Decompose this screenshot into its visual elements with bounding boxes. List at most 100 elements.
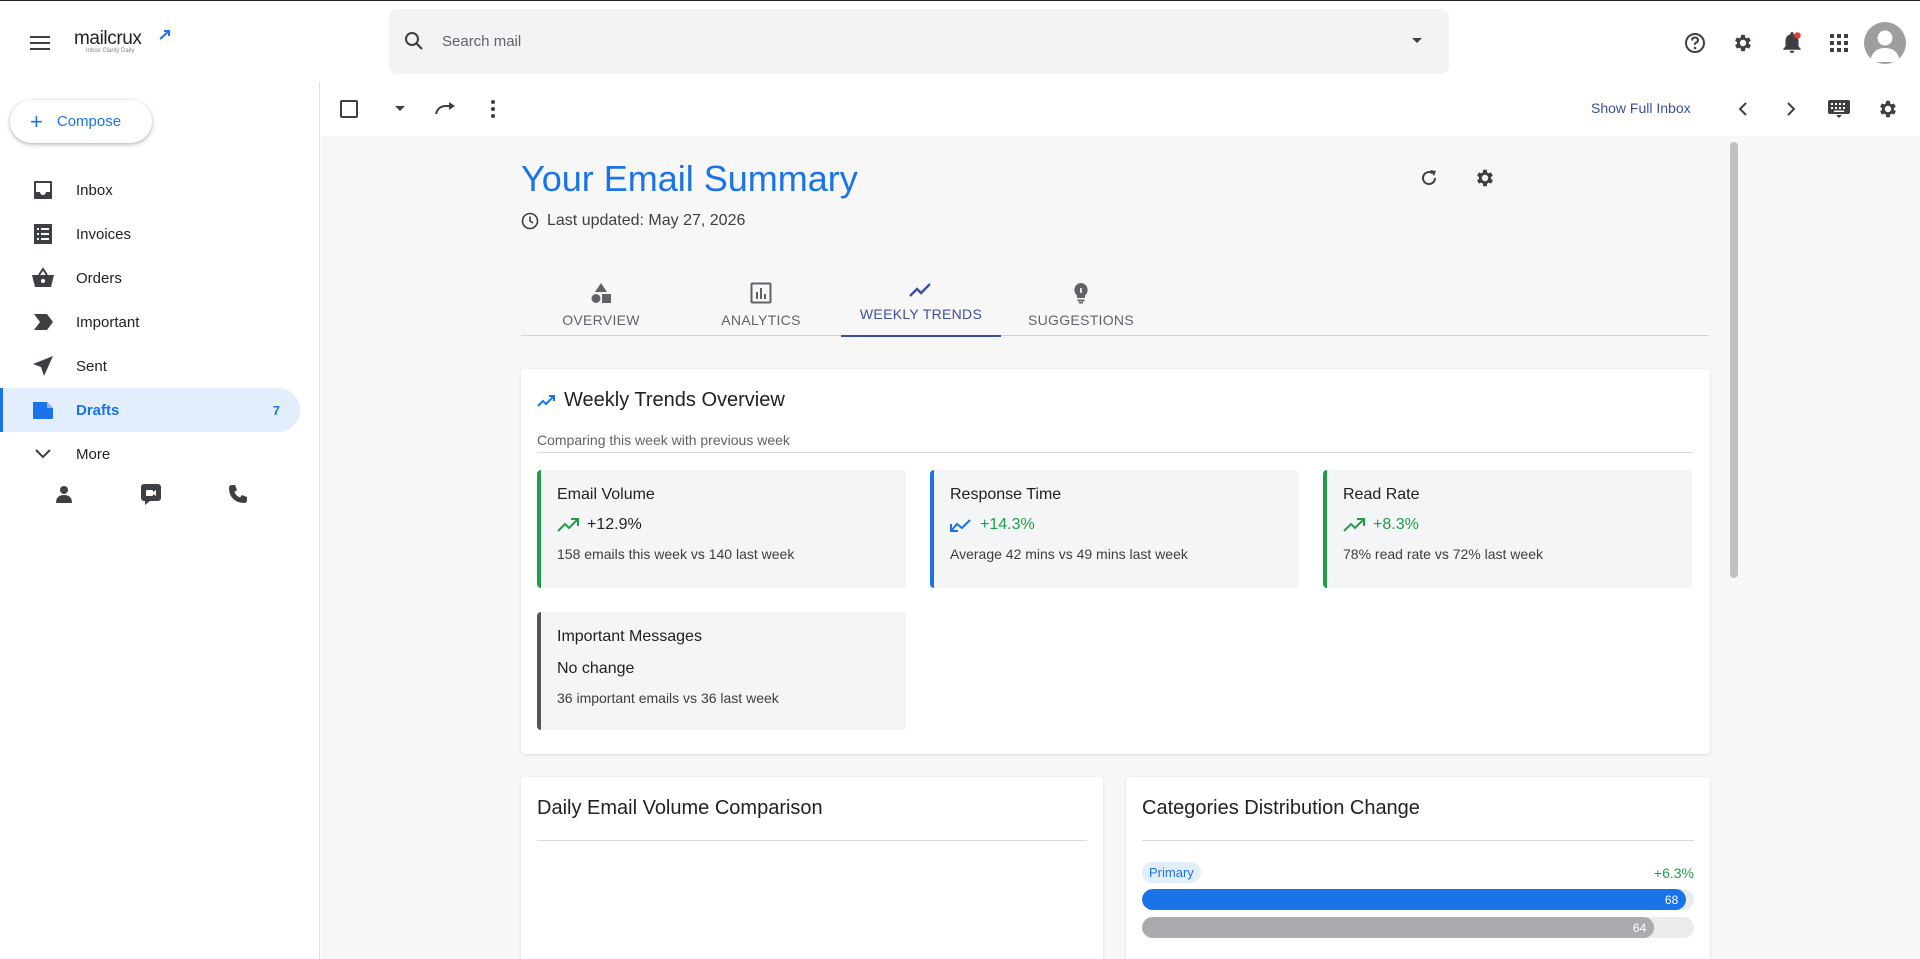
weekly-trends-title: Weekly Trends Overview <box>537 389 785 412</box>
bar-chart-icon <box>750 282 772 304</box>
phone-icon <box>229 485 247 503</box>
refresh-redo-button[interactable] <box>427 91 463 127</box>
metric-description: 36 important emails vs 36 last week <box>557 690 779 706</box>
summary-settings-button[interactable] <box>1468 161 1502 195</box>
metric-important-messages: Important Messages No change 36 importan… <box>537 612 906 730</box>
sidebar-item-inbox[interactable]: Inbox <box>0 168 300 212</box>
search-input[interactable] <box>442 21 1382 61</box>
app-logo[interactable]: mailcrux Inbox Clarity Daily <box>74 29 174 61</box>
metric-value-text: +14.3% <box>980 516 1035 533</box>
caret-down-icon <box>1412 38 1422 43</box>
last-updated: Last updated: May 27, 2026 <box>521 212 745 230</box>
more-vertical-icon <box>491 100 495 118</box>
sidebar-item-label: Inbox <box>76 181 113 199</box>
inbox-icon <box>30 177 56 203</box>
tab-weekly-trends[interactable]: WEEKLY TRENDS <box>841 270 1001 337</box>
select-all-checkbox[interactable] <box>331 91 367 127</box>
basket-icon <box>30 265 56 291</box>
tab-overview[interactable]: OVERVIEW <box>521 270 681 336</box>
metric-title: Response Time <box>950 486 1062 503</box>
chevron-down-icon <box>30 441 56 467</box>
sidebar-item-label: Invoices <box>76 225 132 243</box>
compose-label: Compose <box>56 113 122 130</box>
phone-button[interactable] <box>222 478 254 510</box>
metric-title: Read Rate <box>1343 486 1420 503</box>
summary-tabs: OVERVIEW ANALYTICS WEEKLY TRENDS SUGGEST… <box>521 270 1709 337</box>
sidebar-item-label: Sent <box>76 357 107 375</box>
metric-value-text: +8.3% <box>1373 516 1419 533</box>
video-chat-icon <box>141 484 161 505</box>
contacts-button[interactable] <box>48 478 80 510</box>
page-title: Your Email Summary <box>521 158 858 199</box>
notifications-button[interactable] <box>1774 25 1810 61</box>
tab-suggestions[interactable]: SUGGESTIONS <box>1001 270 1161 336</box>
plus-icon: + <box>30 108 43 134</box>
metric-description: 78% read rate vs 72% last week <box>1343 546 1543 562</box>
categories-change-card: Categories Distribution Change Primary +… <box>1126 777 1710 959</box>
hamburger-icon <box>30 36 50 50</box>
drafts-count-badge: 7 <box>272 402 280 418</box>
trend-icon <box>909 283 931 297</box>
weekly-trends-card: Weekly Trends Overview Comparing this we… <box>521 369 1710 754</box>
tab-label: ANALYTICS <box>721 312 801 328</box>
next-page-button[interactable] <box>1773 91 1809 127</box>
category-change-primary: +6.3% <box>1653 865 1694 881</box>
category-bar-current: 68 <box>1142 889 1687 910</box>
gear-icon <box>1880 100 1896 118</box>
main-menu-button[interactable] <box>22 25 58 61</box>
apps-button[interactable] <box>1821 25 1857 61</box>
show-full-inbox-link[interactable]: Show Full Inbox <box>1591 100 1691 116</box>
apps-grid-icon <box>1830 34 1848 52</box>
tab-analytics[interactable]: ANALYTICS <box>681 270 841 336</box>
select-options-button[interactable] <box>382 91 418 127</box>
metric-value-text: +12.9% <box>587 516 642 533</box>
category-bar-previous-value: 64 <box>1632 920 1647 935</box>
daily-volume-card: Daily Email Volume Comparison <box>521 777 1103 959</box>
compose-button[interactable]: + Compose <box>10 100 152 143</box>
refresh-summary-button[interactable] <box>1412 161 1446 195</box>
invoice-icon <box>30 221 56 247</box>
chevron-left-icon <box>1739 102 1747 116</box>
search-bar <box>389 9 1449 74</box>
sidebar-item-sent[interactable]: Sent <box>0 344 300 388</box>
clock-icon <box>521 212 539 230</box>
metric-description: Average 42 mins vs 49 mins last week <box>950 546 1188 562</box>
trending-down-icon <box>950 519 971 532</box>
refresh-icon <box>1422 170 1437 186</box>
account-avatar[interactable] <box>1864 22 1906 64</box>
shapes-icon <box>591 283 611 303</box>
trending-up-icon <box>1343 518 1365 532</box>
more-options-button[interactable] <box>475 91 511 127</box>
category-bar-previous-track: 64 <box>1142 917 1694 938</box>
redo-icon <box>435 102 455 115</box>
weekly-trends-title-text: Weekly Trends Overview <box>564 389 785 411</box>
sidebar-item-invoices[interactable]: Invoices <box>0 212 300 256</box>
search-icon[interactable] <box>401 28 427 54</box>
metric-read-rate: Read Rate +8.3% 78% read rate vs 72% las… <box>1323 470 1692 588</box>
sidebar-item-important[interactable]: Important <box>0 300 300 344</box>
previous-page-button[interactable] <box>1725 91 1761 127</box>
gear-icon <box>1735 34 1751 52</box>
top-bar: mailcrux Inbox Clarity Daily <box>0 0 1920 82</box>
send-icon <box>30 353 56 379</box>
meet-button[interactable] <box>135 478 167 510</box>
mail-toolbar: Show Full Inbox <box>321 82 1920 136</box>
keyboard-shortcuts-button[interactable] <box>1821 91 1857 127</box>
metric-description: 158 emails this week vs 140 last week <box>557 546 795 562</box>
view-settings-button[interactable] <box>1870 91 1906 127</box>
category-bar-current-value: 68 <box>1664 892 1679 907</box>
metric-value: +8.3% <box>1343 516 1692 534</box>
settings-button[interactable] <box>1725 25 1761 61</box>
sidebar-item-drafts[interactable]: Drafts 7 <box>0 388 300 432</box>
logo-arrow-icon <box>159 30 170 40</box>
metric-title: Important Messages <box>557 628 702 645</box>
help-button[interactable] <box>1677 25 1713 61</box>
sidebar: + Compose Inbox Invoices Orders Importan… <box>0 82 320 959</box>
search-options-button[interactable] <box>1405 29 1429 53</box>
sidebar-item-orders[interactable]: Orders <box>0 256 300 300</box>
content-scrollbar[interactable] <box>1730 142 1738 578</box>
main-content: Your Email Summary Last updated: May 27,… <box>321 136 1920 959</box>
sidebar-item-more[interactable]: More <box>0 432 300 476</box>
sidebar-nav: Inbox Invoices Orders Important Sent Dra… <box>0 168 300 476</box>
sidebar-item-label: Drafts <box>76 401 120 419</box>
